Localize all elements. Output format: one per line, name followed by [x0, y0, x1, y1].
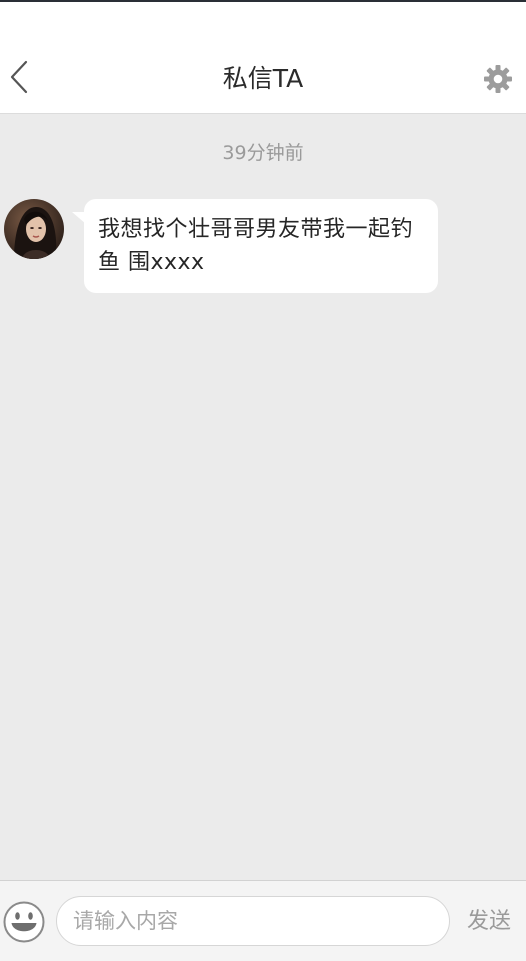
settings-button[interactable] — [481, 62, 515, 96]
smiley-icon — [3, 901, 45, 943]
gear-icon — [484, 65, 512, 93]
emoji-button[interactable] — [3, 901, 45, 943]
page-title: 私信TA — [222, 64, 304, 93]
send-button[interactable]: 发送 — [458, 903, 520, 941]
back-button[interactable] — [2, 58, 36, 96]
message-input[interactable] — [56, 896, 450, 946]
avatar[interactable] — [4, 199, 64, 259]
app-header: 私信TA — [0, 2, 526, 114]
avatar-photo — [4, 199, 64, 259]
message-timestamp: 39分钟前 — [222, 142, 304, 164]
message-row: 我想找个壮哥哥男友带我一起钓鱼 围xxxx — [0, 196, 526, 296]
composer-bar: 发送 — [0, 880, 526, 961]
message-bubble[interactable]: 我想找个壮哥哥男友带我一起钓鱼 围xxxx — [84, 199, 438, 293]
chevron-left-icon — [10, 60, 28, 94]
